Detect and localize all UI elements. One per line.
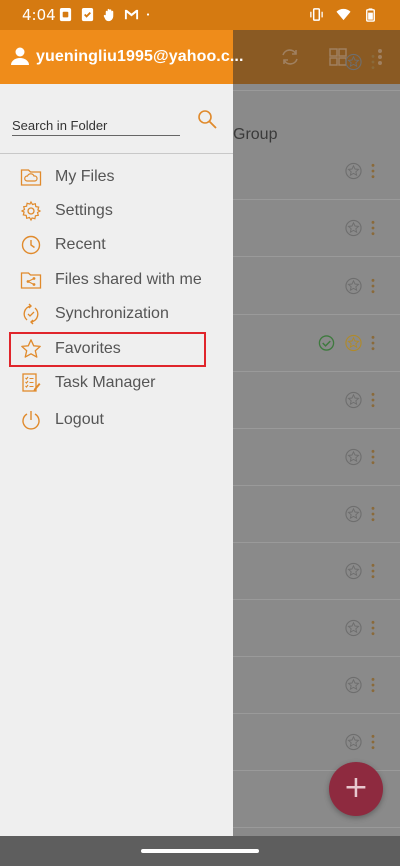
wifi-icon xyxy=(336,8,351,21)
background-row xyxy=(233,486,400,543)
menu-label: Files shared with me xyxy=(55,271,202,288)
power-icon xyxy=(22,411,40,430)
favorite-star-icon xyxy=(345,391,362,409)
status-time: 4:04 xyxy=(22,6,56,24)
account-email: yueningliu1995@yahoo.c... xyxy=(36,48,244,65)
more-vert-icon xyxy=(371,563,375,579)
document-check-icon xyxy=(81,7,94,22)
menu-label: My Files xyxy=(55,168,115,185)
more-vert-icon xyxy=(371,220,375,236)
menu-label: Task Manager xyxy=(55,374,156,391)
menu-label: Logout xyxy=(55,411,104,428)
gmail-icon xyxy=(124,9,139,20)
background-row xyxy=(233,543,400,600)
cloud-folder-icon xyxy=(20,169,42,186)
background-row xyxy=(233,200,400,257)
check-circle-icon xyxy=(318,335,335,351)
background-row xyxy=(233,429,400,486)
more-vert-icon xyxy=(371,506,375,522)
more-vert-icon xyxy=(371,734,375,750)
favorite-star-icon xyxy=(345,562,362,580)
menu-item-my-files[interactable]: My Files xyxy=(0,160,233,194)
menu-item-synchronization[interactable]: Synchronization xyxy=(0,297,233,331)
document-icon xyxy=(59,7,72,22)
user-icon xyxy=(11,47,29,65)
search-input[interactable] xyxy=(12,110,180,134)
home-gesture-pill[interactable] xyxy=(141,849,259,853)
dot-icon xyxy=(146,13,150,16)
add-fab-button[interactable]: + xyxy=(329,762,383,816)
menu-label: Settings xyxy=(55,202,113,219)
system-nav-bar xyxy=(0,836,400,866)
menu-item-logout[interactable]: Logout xyxy=(0,403,233,437)
favorite-star-icon xyxy=(345,733,362,751)
favorite-star-icon xyxy=(345,505,362,523)
favorite-star-icon xyxy=(345,219,362,237)
background-row xyxy=(233,657,400,714)
background-row xyxy=(233,372,400,429)
hand-icon xyxy=(103,8,114,22)
background-row xyxy=(233,258,400,315)
more-vert-icon xyxy=(371,335,375,351)
task-list-icon xyxy=(22,373,41,392)
sync-icon xyxy=(23,303,39,325)
menu-item-files-shared[interactable]: Files shared with me xyxy=(0,263,233,297)
search-icon[interactable] xyxy=(196,108,218,130)
more-vert-icon xyxy=(371,163,375,179)
favorite-star-icon xyxy=(345,162,362,180)
favorite-star-icon xyxy=(345,53,362,71)
drawer-header[interactable]: yueningliu1995@yahoo.c... xyxy=(0,30,243,84)
status-bar: 4:04 xyxy=(0,0,400,30)
more-vert-icon xyxy=(371,677,375,693)
search-field xyxy=(12,110,180,136)
gear-icon xyxy=(20,200,42,222)
more-vert-icon xyxy=(371,278,375,294)
navigation-drawer: yueningliu1995@yahoo.c... My Files Setti… xyxy=(0,30,243,836)
clock-icon xyxy=(21,235,41,255)
more-vert-icon xyxy=(371,620,375,636)
vibrate-icon xyxy=(310,8,323,21)
more-vert-icon xyxy=(371,449,375,465)
favorites-highlight-box xyxy=(9,332,206,367)
menu-label: Synchronization xyxy=(55,305,169,322)
favorite-star-icon xyxy=(345,676,362,694)
menu-item-recent[interactable]: Recent xyxy=(0,228,233,262)
background-group-label: Group xyxy=(233,126,278,143)
battery-icon xyxy=(366,8,375,22)
menu-label: Recent xyxy=(55,236,106,253)
background-file-list: Group xyxy=(233,30,400,836)
favorite-star-icon xyxy=(345,448,362,466)
favorite-star-icon xyxy=(345,334,362,352)
favorite-star-icon xyxy=(345,277,362,295)
background-row xyxy=(233,600,400,657)
background-row xyxy=(233,315,400,372)
menu-item-settings[interactable]: Settings xyxy=(0,194,233,228)
more-vert-icon xyxy=(371,392,375,408)
shared-folder-icon xyxy=(20,272,42,289)
background-row xyxy=(233,34,400,91)
background-row xyxy=(233,143,400,200)
more-vert-icon xyxy=(371,54,375,70)
background-row xyxy=(233,714,400,771)
drawer-divider xyxy=(0,153,233,154)
favorite-star-icon xyxy=(345,619,362,637)
menu-item-task-manager[interactable]: Task Manager xyxy=(0,366,233,400)
